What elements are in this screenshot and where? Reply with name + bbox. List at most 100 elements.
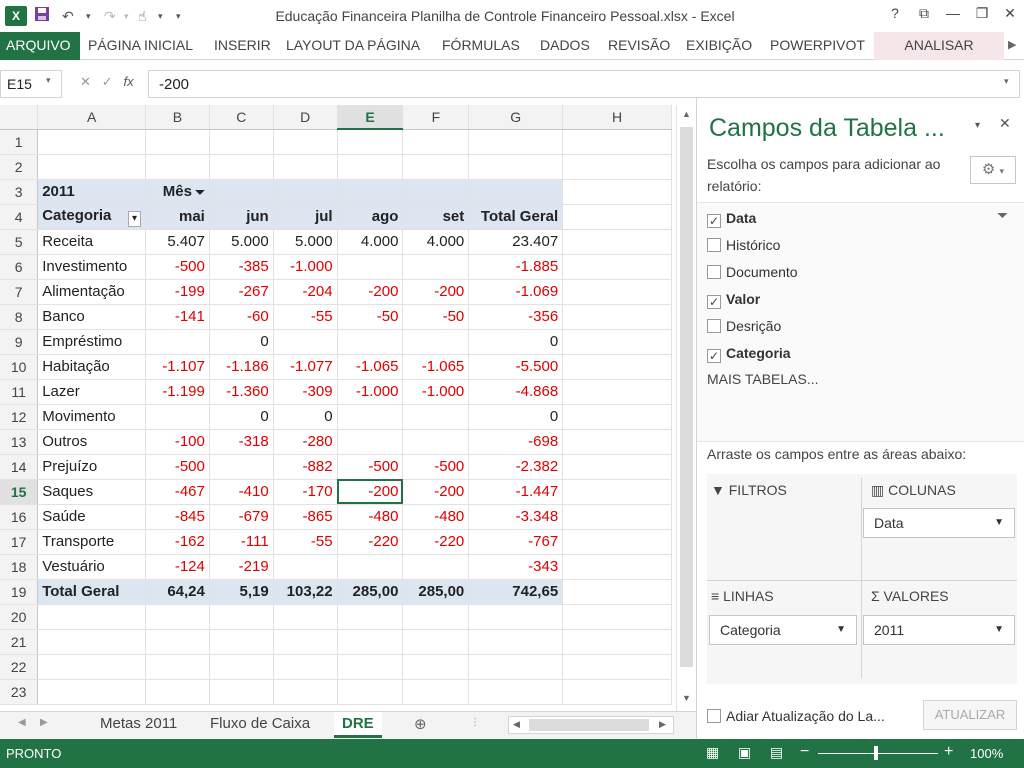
cell[interactable]: Lazer — [37, 379, 147, 405]
field-desrição[interactable]: Desrição — [707, 315, 781, 339]
restore-button[interactable]: ❐ — [970, 5, 994, 22]
cell[interactable] — [209, 679, 274, 705]
scroll-thumb[interactable] — [680, 127, 693, 667]
field-histórico[interactable]: Histórico — [707, 234, 780, 258]
cell[interactable] — [145, 629, 210, 655]
cell[interactable] — [337, 129, 404, 155]
field-valor[interactable]: ✓ Valor — [707, 288, 760, 312]
field-documento[interactable]: Documento — [707, 261, 798, 285]
row-header[interactable]: 4 — [0, 204, 39, 230]
cell[interactable] — [209, 454, 274, 480]
cell[interactable]: -4.868 — [468, 379, 564, 405]
row-header[interactable]: 3 — [0, 179, 39, 205]
cell[interactable]: 5.000 — [273, 229, 338, 255]
column-header[interactable]: E — [337, 105, 404, 130]
name-box-dropdown-icon[interactable]: ▾ — [46, 75, 51, 86]
cell[interactable] — [468, 129, 564, 155]
cell[interactable] — [337, 254, 404, 280]
cell[interactable] — [402, 654, 470, 680]
expand-formula-bar-icon[interactable]: ▾ — [1004, 76, 1009, 87]
checkbox-icon[interactable] — [707, 265, 721, 279]
cell[interactable]: -1.065 — [402, 354, 470, 380]
cell[interactable]: -679 — [209, 504, 274, 530]
row-header[interactable]: 2 — [0, 154, 39, 180]
cell[interactable] — [145, 129, 210, 155]
cell[interactable]: 0 — [209, 329, 274, 355]
row-header[interactable]: 15 — [0, 479, 39, 505]
sheet-menu-icon[interactable]: ⋮ — [470, 717, 480, 728]
cell[interactable]: -204 — [273, 279, 338, 305]
row-header[interactable]: 13 — [0, 429, 39, 455]
cell[interactable] — [273, 329, 338, 355]
cell[interactable]: -356 — [468, 304, 564, 330]
cell[interactable]: Investimento — [37, 254, 147, 280]
cell[interactable] — [468, 654, 564, 680]
cell[interactable] — [273, 629, 338, 655]
cell[interactable] — [562, 229, 672, 255]
close-button[interactable]: ✕ — [998, 5, 1022, 22]
column-header[interactable]: F — [402, 105, 470, 130]
cell[interactable] — [562, 404, 672, 430]
cell[interactable] — [337, 679, 404, 705]
cell[interactable]: Banco — [37, 304, 147, 330]
cell[interactable]: 103,22 — [273, 579, 338, 605]
ribbon-display-button[interactable]: ⧉ — [912, 5, 936, 22]
cell[interactable] — [562, 429, 672, 455]
cell[interactable]: -50 — [402, 304, 470, 330]
cell[interactable]: Movimento — [37, 404, 147, 430]
row-header[interactable]: 12 — [0, 404, 39, 430]
cell[interactable]: -467 — [145, 479, 210, 505]
name-box[interactable]: E15 — [0, 70, 62, 98]
row-header[interactable]: 21 — [0, 629, 39, 655]
tab-arquivo[interactable]: ARQUIVO — [0, 32, 80, 60]
cell[interactable] — [273, 679, 338, 705]
row-header[interactable]: 5 — [0, 229, 39, 255]
cell[interactable] — [562, 379, 672, 405]
hscroll-thumb[interactable] — [529, 719, 649, 731]
cell[interactable] — [337, 154, 404, 180]
cell[interactable]: -1.885 — [468, 254, 564, 280]
cancel-entry-icon[interactable]: ✕ — [80, 74, 91, 89]
cell[interactable] — [562, 254, 672, 280]
cell[interactable]: -500 — [145, 454, 210, 480]
cell[interactable]: -1.000 — [273, 254, 338, 280]
row-header[interactable]: 6 — [0, 254, 39, 280]
row-header[interactable]: 11 — [0, 379, 39, 405]
row-header[interactable]: 10 — [0, 354, 39, 380]
tab-layout-da-pagina[interactable]: LAYOUT DA PÁGINA — [280, 32, 426, 60]
row-header[interactable]: 9 — [0, 329, 39, 355]
cell[interactable] — [468, 179, 564, 205]
sheet-tab-metas-2011[interactable]: Metas 2011 — [92, 712, 185, 738]
cell[interactable]: -385 — [209, 254, 274, 280]
cell[interactable] — [468, 154, 564, 180]
zoom-level[interactable]: 100% — [970, 746, 1003, 761]
cell[interactable]: set — [402, 204, 470, 230]
cell[interactable]: -200 — [402, 479, 470, 505]
cell[interactable] — [562, 329, 672, 355]
cell[interactable] — [402, 429, 470, 455]
cell[interactable] — [562, 454, 672, 480]
cell[interactable] — [562, 504, 672, 530]
minimize-button[interactable]: — — [941, 5, 965, 21]
normal-view-icon[interactable]: ▦ — [706, 744, 719, 761]
update-button[interactable]: ATUALIZAR — [923, 700, 1017, 730]
cell[interactable] — [562, 529, 672, 555]
touch-dropdown-icon[interactable]: ▾ — [158, 6, 163, 26]
touch-mode-icon[interactable]: ☝ — [138, 6, 147, 26]
cell[interactable]: 64,24 — [145, 579, 210, 605]
help-button[interactable]: ? — [883, 5, 907, 21]
cell[interactable]: -55 — [273, 529, 338, 555]
cell[interactable]: -55 — [273, 304, 338, 330]
zoom-slider[interactable] — [818, 753, 938, 754]
cell[interactable]: -480 — [337, 504, 404, 530]
pane-options-dropdown-icon[interactable]: ▾ — [975, 120, 980, 131]
cell[interactable]: -309 — [273, 379, 338, 405]
cell[interactable]: Mês ⏷ — [145, 179, 210, 205]
cell[interactable] — [273, 554, 338, 580]
cell[interactable]: -882 — [273, 454, 338, 480]
cell[interactable] — [209, 604, 274, 630]
tab-formulas[interactable]: FÓRMULAS — [436, 32, 526, 60]
field-data[interactable]: ✓ Data — [707, 207, 756, 231]
cell[interactable] — [562, 304, 672, 330]
filter-dropdown-icon[interactable]: ⏷ — [192, 185, 205, 199]
